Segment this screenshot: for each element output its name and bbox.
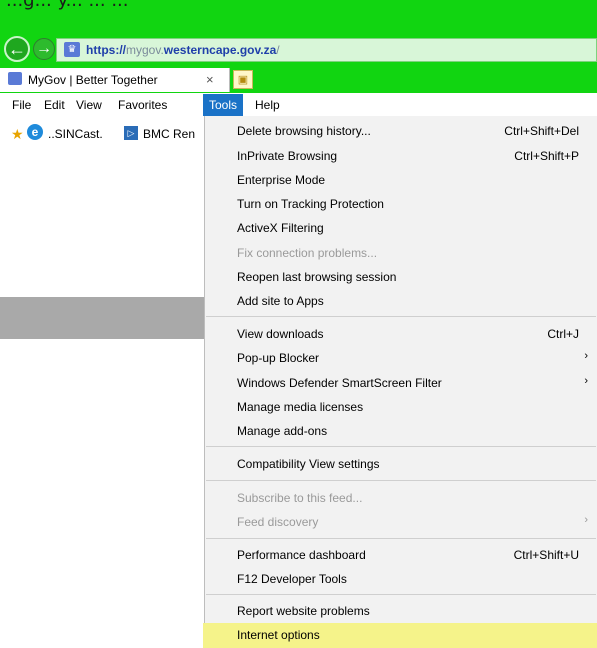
new-tab-icon: ▣ — [237, 74, 249, 86]
menu-separator — [206, 480, 596, 481]
menu-item-performance-dashboard[interactable]: Performance dashboard Ctrl+Shift+U — [205, 543, 597, 567]
menu-item-add-site-to-apps[interactable]: Add site to Apps — [205, 289, 597, 313]
menu-separator — [206, 594, 596, 595]
menu-item-manage-add-ons[interactable]: Manage add-ons — [205, 419, 597, 443]
menu-edit[interactable]: Edit — [38, 94, 71, 116]
menu-item-internet-options[interactable]: Internet options — [203, 623, 597, 648]
submenu-arrow-icon: › — [584, 375, 588, 387]
menu-item-delete-browsing-history[interactable]: Delete browsing history... Ctrl+Shift+De… — [205, 119, 597, 143]
menu-item-reopen-last-session[interactable]: Reopen last browsing session — [205, 265, 597, 289]
url-host: westerncape.gov.za — [163, 43, 277, 57]
menu-file[interactable]: File — [6, 94, 37, 116]
menu-item-f12-developer-tools[interactable]: F12 Developer Tools — [205, 567, 597, 591]
favorite-link-bmc[interactable]: BMC Ren — [143, 127, 195, 141]
menu-item-popup-blocker[interactable]: Pop-up Blocker › — [205, 346, 597, 370]
menu-item-activex-filtering[interactable]: ActiveX Filtering — [205, 216, 597, 240]
menu-item-feed-discovery: Feed discovery › — [237, 514, 588, 529]
forward-arrow-icon: → — [36, 40, 52, 57]
menu-separator — [206, 316, 596, 317]
back-arrow-icon: ← — [8, 38, 26, 59]
page-banner — [0, 297, 204, 339]
url-subdomain: mygov. — [126, 43, 164, 57]
menu-item-compatibility-view[interactable]: Compatibility View settings — [205, 452, 597, 476]
url-scheme: https:// — [86, 43, 126, 57]
menu-separator — [206, 538, 596, 539]
menu-separator — [206, 446, 596, 447]
tab-title: MyGov | Better Together — [28, 73, 158, 87]
url-path: / — [276, 43, 280, 57]
menu-view[interactable]: View — [70, 94, 108, 116]
menu-item-inprivate-browsing[interactable]: InPrivate Browsing Ctrl+Shift+P — [205, 144, 597, 168]
menu-item-view-downloads[interactable]: View downloads Ctrl+J — [205, 322, 597, 346]
new-tab-button[interactable]: ▣ — [233, 70, 253, 89]
forward-button[interactable]: → — [33, 38, 55, 60]
menu-item-enterprise-mode[interactable]: Enterprise Mode — [205, 168, 597, 192]
menu-favorites[interactable]: Favorites — [112, 94, 173, 116]
favorite-link-sincast[interactable]: ..SINCast. — [48, 127, 103, 141]
submenu-arrow-icon: › — [584, 350, 588, 362]
menu-item-manage-media-licenses[interactable]: Manage media licenses — [205, 395, 597, 419]
submenu-arrow-icon: › — [584, 514, 588, 526]
menu-tools[interactable]: Tools — [203, 94, 244, 116]
address-url[interactable]: https://mygov.westerncape.gov.za/ — [86, 43, 280, 57]
site-favicon-icon: ♛ — [64, 42, 80, 57]
menu-item-report-website-problems[interactable]: Report website problems — [205, 599, 597, 623]
partial-page-heading: ...g... y... ... ... — [6, 0, 129, 11]
bmc-icon: ▷ — [124, 126, 138, 140]
menu-help[interactable]: Help — [249, 94, 286, 116]
tab-favicon-icon — [8, 72, 22, 85]
ie-icon: e — [27, 124, 43, 140]
menu-item-tracking-protection[interactable]: Turn on Tracking Protection — [205, 192, 597, 216]
back-button[interactable]: ← — [4, 36, 30, 62]
favorites-star-icon[interactable]: ★ — [11, 126, 24, 143]
menu-item-subscribe-feed: Subscribe to this feed... — [237, 491, 363, 505]
menu-item-fix-connection-problems: Fix connection problems... — [237, 246, 378, 260]
menu-item-smartscreen-filter[interactable]: Windows Defender SmartScreen Filter › — [205, 371, 597, 395]
tab-close-icon[interactable]: × — [206, 72, 214, 87]
